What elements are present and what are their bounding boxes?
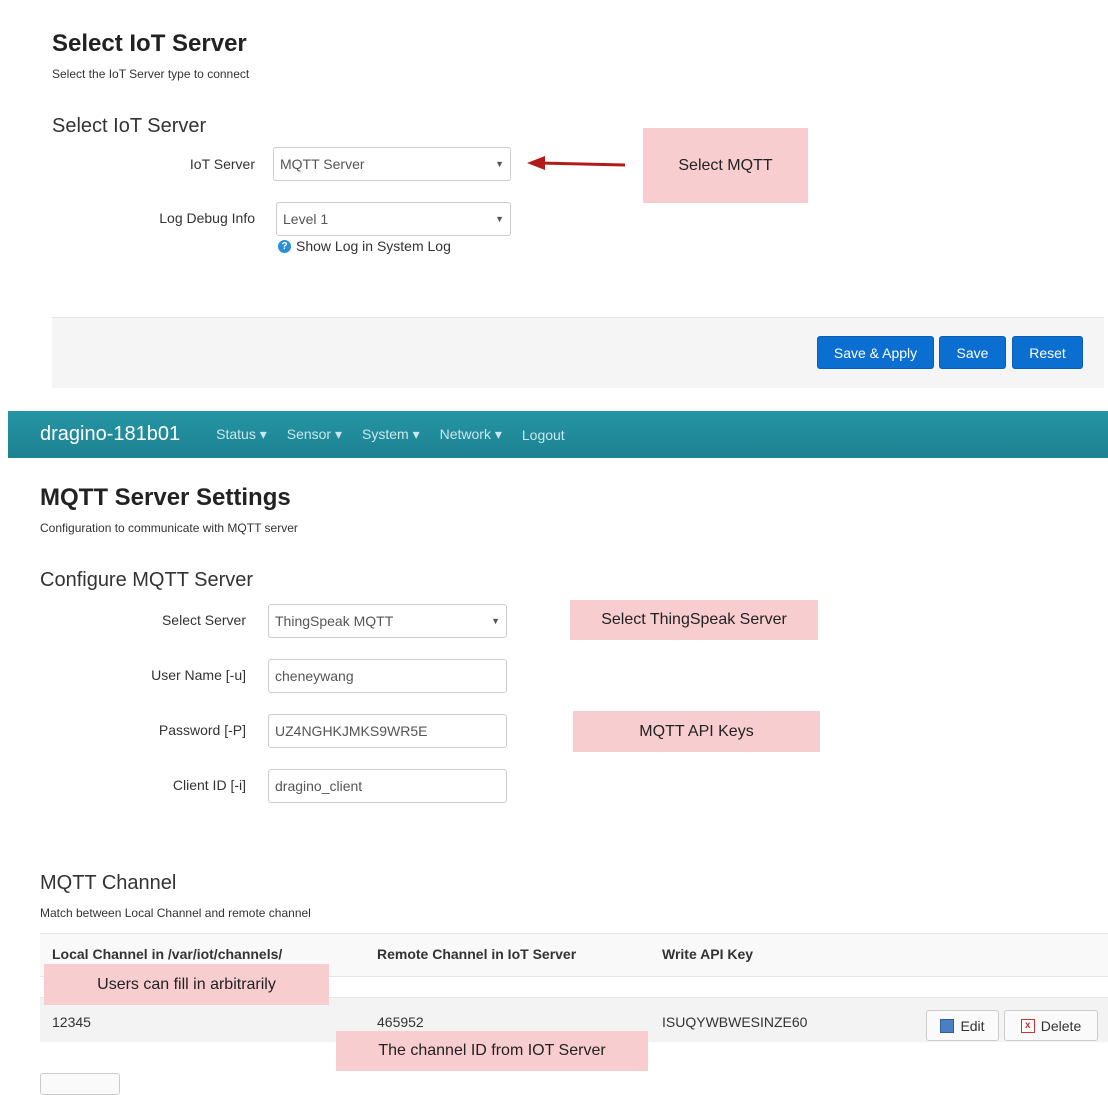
section-title: Select IoT Server xyxy=(52,115,207,137)
username-label: User Name [-u] xyxy=(151,667,246,683)
note-api-keys: MQTT API Keys xyxy=(573,711,820,752)
top-navbar: dragino-181b01 Status ▾ Sensor ▾ System … xyxy=(8,411,1108,458)
mqtt-page-title: MQTT Server Settings xyxy=(40,484,291,511)
log-debug-select[interactable]: Level 1 ▼ xyxy=(276,202,511,236)
brand-title[interactable]: dragino-181b01 xyxy=(40,423,180,446)
help-text: ? Show Log in System Log xyxy=(278,238,451,254)
delete-icon: x xyxy=(1020,1018,1035,1033)
add-button[interactable] xyxy=(40,1073,120,1095)
password-label: Password [-P] xyxy=(158,722,246,738)
delete-button[interactable]: x Delete xyxy=(1004,1010,1098,1041)
nav-status[interactable]: Status ▾ xyxy=(216,426,267,443)
log-debug-label: Log Debug Info xyxy=(159,210,255,226)
nav-sensor[interactable]: Sensor ▾ xyxy=(287,426,342,443)
note-select-thingspeak: Select ThingSpeak Server xyxy=(570,600,818,640)
nav-logout[interactable]: Logout xyxy=(522,427,565,443)
username-field[interactable]: cheneywang xyxy=(268,659,507,693)
reset-button[interactable]: Reset xyxy=(1012,336,1083,369)
nav-system[interactable]: System ▾ xyxy=(362,426,420,443)
note-channel-id: The channel ID from IOT Server xyxy=(336,1031,648,1071)
save-apply-button[interactable]: Save & Apply xyxy=(817,336,934,369)
column-remote-channel: Remote Channel in IoT Server xyxy=(377,946,577,962)
channel-section-description: Match between Local Channel and remote c… xyxy=(40,906,311,920)
edit-icon xyxy=(940,1018,955,1033)
mqtt-page-description: Configuration to communicate with MQTT s… xyxy=(40,521,298,535)
chevron-down-icon: ▼ xyxy=(495,214,504,224)
cell-write-api-key: ISUQYWBWESINZE60 xyxy=(662,1014,808,1030)
column-local-channel: Local Channel in /var/iot/channels/ xyxy=(52,946,283,962)
page-description: Select the IoT Server type to connect xyxy=(52,67,250,81)
iot-server-select[interactable]: MQTT Server ▼ xyxy=(273,147,511,181)
cell-local-channel: 12345 xyxy=(52,1014,91,1030)
help-label: Show Log in System Log xyxy=(296,238,451,254)
column-write-api-key: Write API Key xyxy=(662,946,754,962)
chevron-down-icon: ▼ xyxy=(491,616,500,626)
password-field[interactable]: UZ4NGHKJMKS9WR5E xyxy=(268,714,507,748)
log-debug-value: Level 1 xyxy=(283,211,329,227)
chevron-down-icon: ▼ xyxy=(495,159,504,169)
note-users-fill: Users can fill in arbitrarily xyxy=(44,964,329,1005)
iot-server-value: MQTT Server xyxy=(280,156,365,172)
help-icon: ? xyxy=(278,239,291,253)
edit-button[interactable]: Edit xyxy=(926,1010,999,1041)
save-button[interactable]: Save xyxy=(939,336,1006,369)
select-server-value: ThingSpeak MQTT xyxy=(275,613,394,629)
page-title: Select IoT Server xyxy=(52,30,247,57)
arrow-icon xyxy=(527,156,626,170)
select-server-dropdown[interactable]: ThingSpeak MQTT ▼ xyxy=(268,604,507,638)
edit-label: Edit xyxy=(960,1017,985,1034)
clientid-field[interactable]: dragino_client xyxy=(268,769,507,803)
clientid-label: Client ID [-i] xyxy=(172,777,246,793)
mqtt-section-title: Configure MQTT Server xyxy=(40,569,254,591)
channel-section-title: MQTT Channel xyxy=(40,872,177,894)
iot-server-label: IoT Server xyxy=(189,156,255,172)
select-server-label: Select Server xyxy=(161,612,246,628)
delete-label: Delete xyxy=(1040,1017,1082,1034)
nav-network[interactable]: Network ▾ xyxy=(440,426,502,443)
cell-remote-channel: 465952 xyxy=(377,1014,424,1030)
note-select-mqtt: Select MQTT xyxy=(643,128,808,203)
